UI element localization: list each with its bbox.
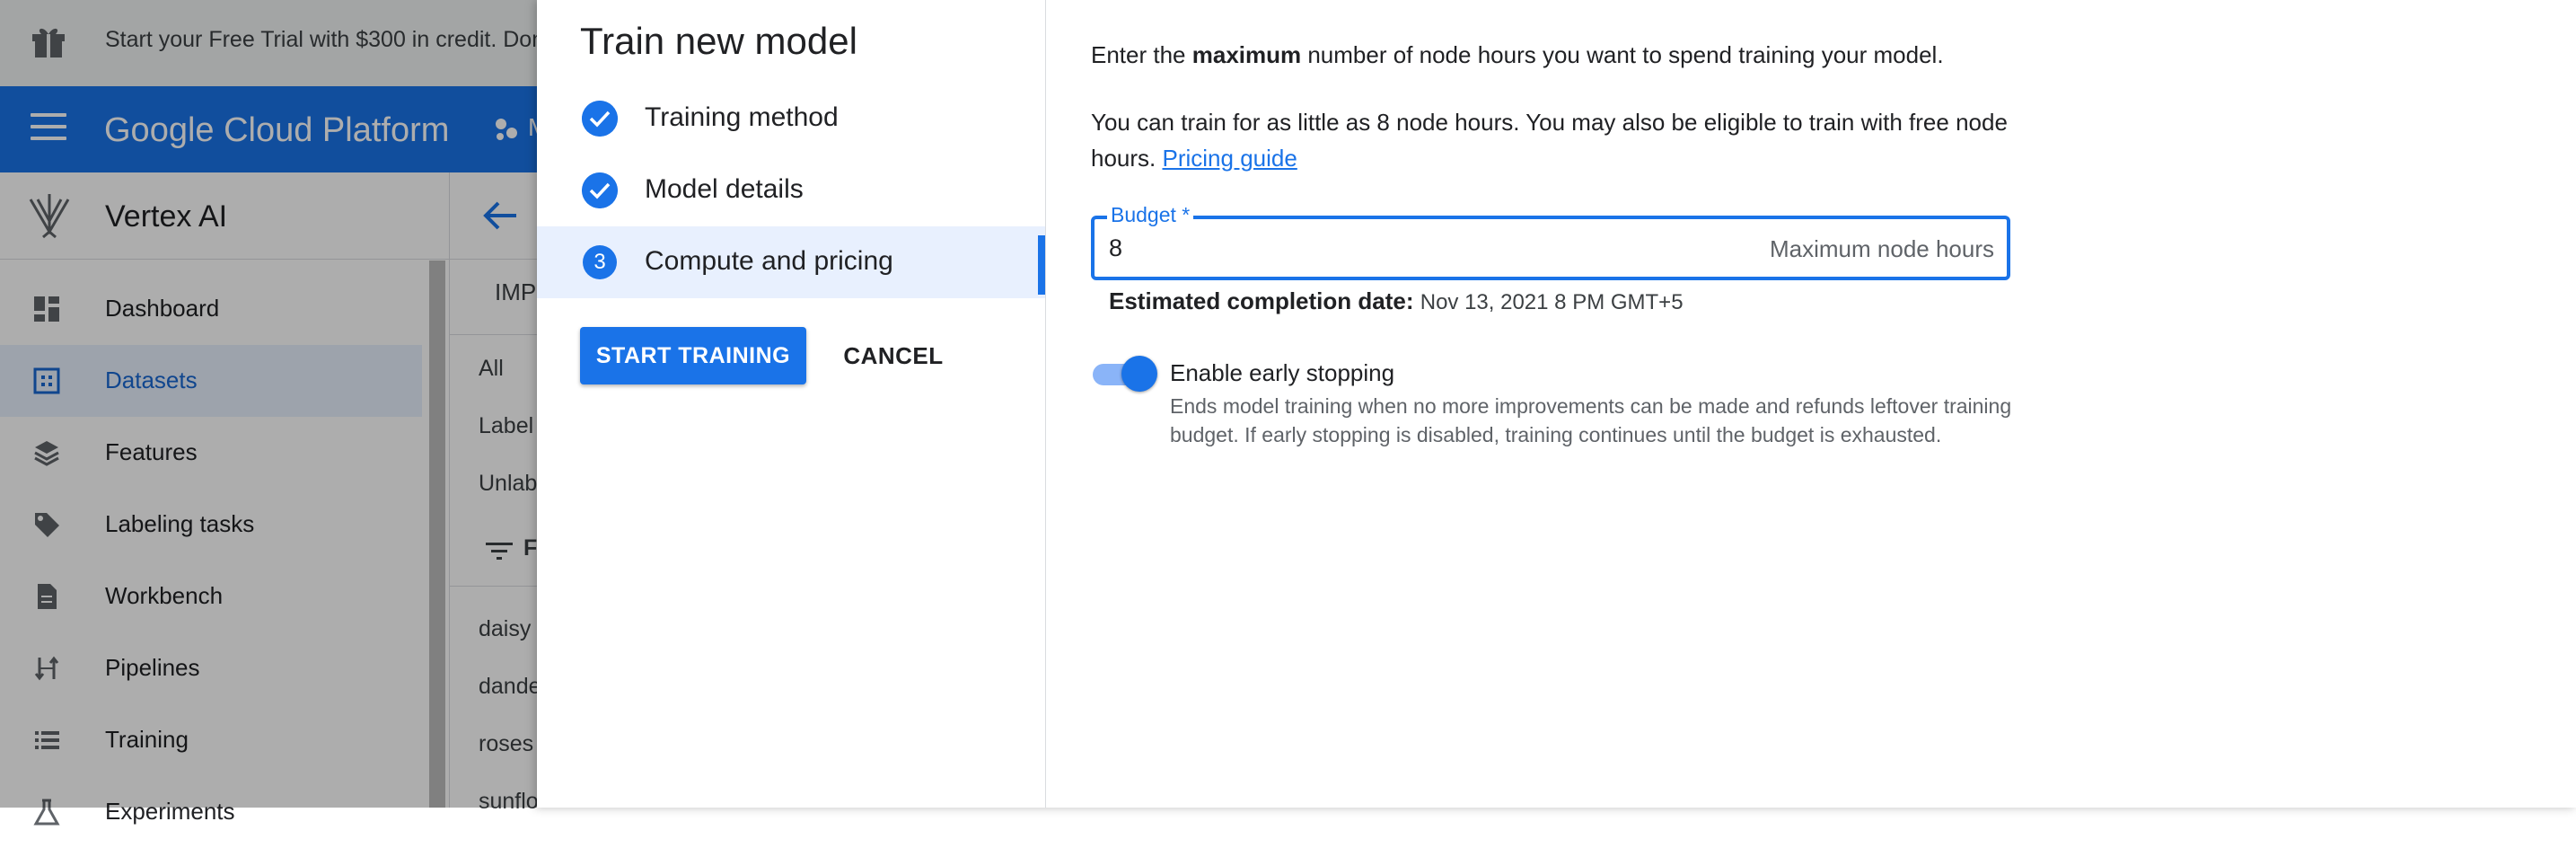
info-text: You can train for as little as 8 node ho… — [1091, 109, 2008, 172]
step-model-details[interactable]: Model details — [537, 155, 1045, 226]
step-number-badge: 3 — [583, 245, 617, 279]
intro-emphasis: maximum — [1191, 41, 1302, 68]
estimate-value: Nov 13, 2021 8 PM GMT+5 — [1420, 290, 1684, 314]
budget-suffix: Maximum node hours — [1770, 235, 1994, 262]
estimated-completion: Estimated completion date: Nov 13, 2021 … — [1109, 287, 1684, 315]
estimate-label: Estimated completion date: — [1109, 287, 1414, 314]
compute-pricing-form: Enter the maximum number of node hours y… — [1046, 0, 2576, 808]
train-new-model-panel: Train new model Training method Model de… — [537, 0, 2576, 808]
step-compute-and-pricing[interactable]: 3 Compute and pricing — [537, 226, 1045, 298]
step-label: Model details — [645, 174, 804, 204]
check-circle-icon — [582, 101, 618, 137]
start-training-button[interactable]: START TRAINING — [580, 327, 806, 384]
panel-title: Train new model — [580, 20, 857, 62]
toggle-knob — [1121, 356, 1157, 392]
budget-field[interactable]: Budget * Maximum node hours — [1091, 203, 2010, 280]
pricing-guide-link[interactable]: Pricing guide — [1163, 145, 1297, 172]
early-stopping-description: Ends model training when no more improve… — [1170, 394, 2012, 446]
active-step-indicator — [1038, 235, 1045, 295]
step-training-method[interactable]: Training method — [537, 83, 1045, 155]
cancel-button[interactable]: CANCEL — [826, 327, 961, 384]
early-stopping-toggle[interactable] — [1091, 356, 1159, 392]
check-circle-icon — [582, 172, 618, 208]
intro-text: Enter the maximum number of node hours y… — [1091, 41, 1944, 68]
early-stopping-label: Enable early stopping — [1170, 359, 1395, 386]
step-label: Compute and pricing — [645, 246, 893, 276]
budget-input[interactable] — [1109, 230, 1773, 266]
step-label: Training method — [645, 102, 839, 132]
budget-label: Budget * — [1107, 203, 1194, 227]
stepper-column: Train new model Training method Model de… — [537, 0, 1046, 808]
